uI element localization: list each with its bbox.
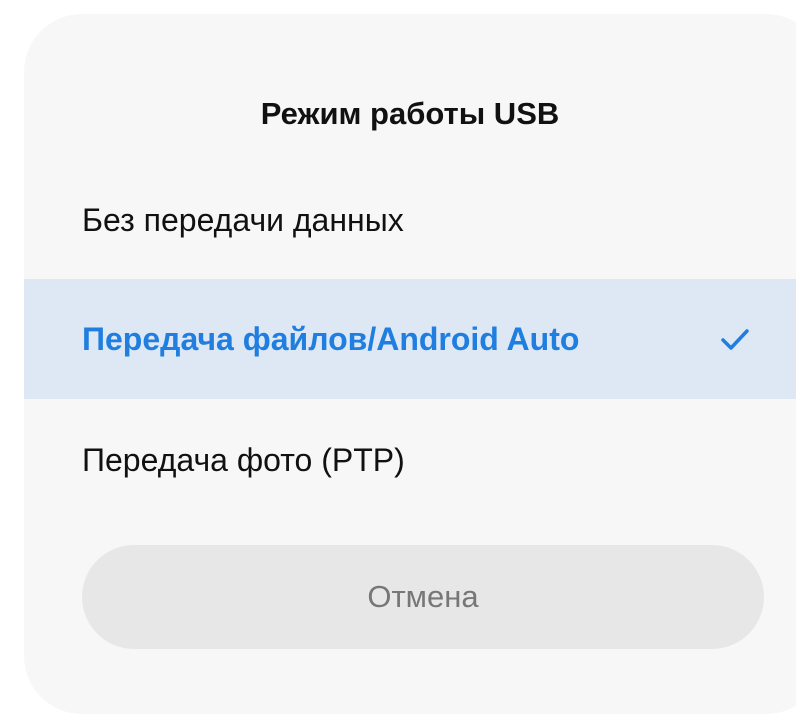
option-label: Передача фото (PTP) [82,441,405,478]
dialog-title: Режим работы USB [260,96,560,131]
checkmark-icon [721,329,749,350]
cancel-button[interactable]: Отмена [82,545,764,649]
option-photo-transfer-ptp[interactable]: Передача фото (PTP) [24,400,796,520]
option-label: Без передачи данных [82,201,404,238]
option-label: Передача файлов/Android Auto [82,320,580,357]
usb-mode-dialog: Режим работы USB Без передачи данных Пер… [24,14,796,714]
option-file-transfer-android-auto[interactable]: Передача файлов/Android Auto [24,279,796,399]
option-no-data-transfer[interactable]: Без передачи данных [24,160,796,280]
